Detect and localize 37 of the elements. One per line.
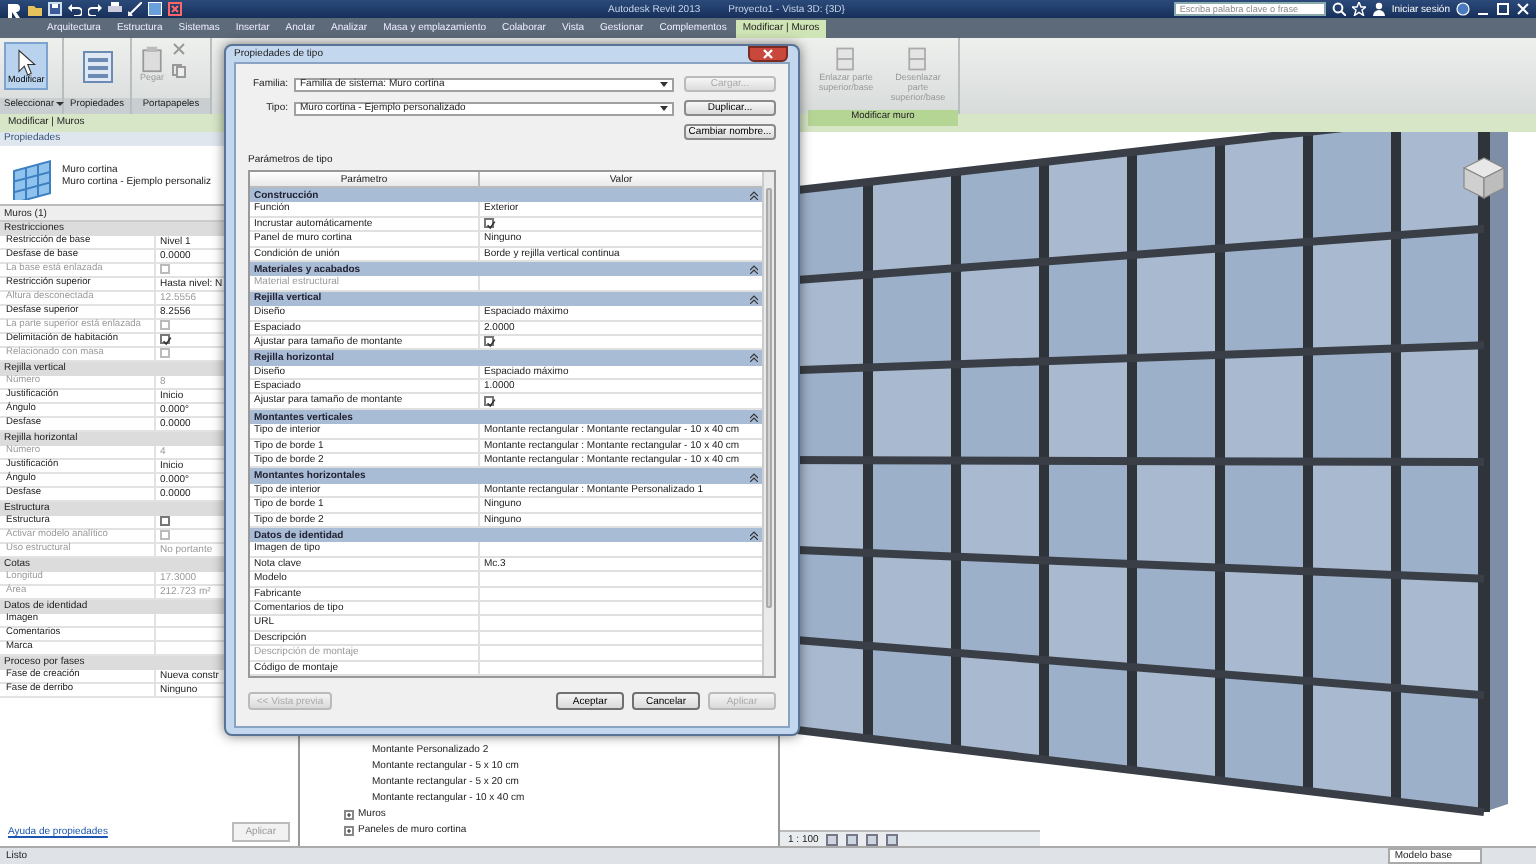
expand-icon[interactable]: [344, 825, 354, 835]
checkbox[interactable]: [484, 395, 494, 406]
collapse-icon[interactable]: [750, 264, 758, 275]
checkbox[interactable]: [160, 334, 170, 345]
maximize-icon[interactable]: [1496, 2, 1510, 16]
collapse-icon[interactable]: [750, 412, 758, 423]
close-view-icon[interactable]: [168, 2, 182, 16]
app-logo-icon[interactable]: [6, 1, 22, 17]
collapse-icon[interactable]: [750, 352, 758, 363]
properties-icon[interactable]: [81, 50, 113, 84]
close-button[interactable]: [748, 46, 788, 62]
user-icon[interactable]: [1371, 2, 1386, 16]
scrollbar[interactable]: [762, 172, 774, 676]
save-icon[interactable]: [48, 2, 62, 16]
collapse-icon[interactable]: [750, 471, 758, 482]
print-icon[interactable]: [108, 2, 122, 16]
checkbox[interactable]: [484, 336, 494, 347]
search-icon[interactable]: [1331, 2, 1346, 16]
cursor-icon: [12, 46, 41, 76]
expand-icon[interactable]: [344, 809, 354, 819]
help-icon[interactable]: [1456, 2, 1470, 16]
wall-icon: [904, 44, 932, 74]
close-icon: [762, 48, 774, 60]
caret-icon[interactable]: [56, 100, 65, 107]
checkbox[interactable]: [160, 516, 170, 527]
checkbox[interactable]: [484, 217, 494, 228]
redo-icon[interactable]: [88, 2, 102, 16]
collapse-icon[interactable]: [750, 530, 758, 541]
star-icon[interactable]: [1351, 2, 1366, 16]
close-icon[interactable]: [1516, 2, 1530, 16]
wall-icon: [832, 44, 860, 74]
collapse-icon[interactable]: [750, 293, 758, 304]
measure-icon[interactable]: [128, 2, 142, 16]
collapse-icon[interactable]: [750, 190, 758, 201]
undo-icon[interactable]: [68, 2, 82, 16]
caret-icon: [660, 81, 668, 87]
clipboard-icon: [138, 44, 166, 74]
